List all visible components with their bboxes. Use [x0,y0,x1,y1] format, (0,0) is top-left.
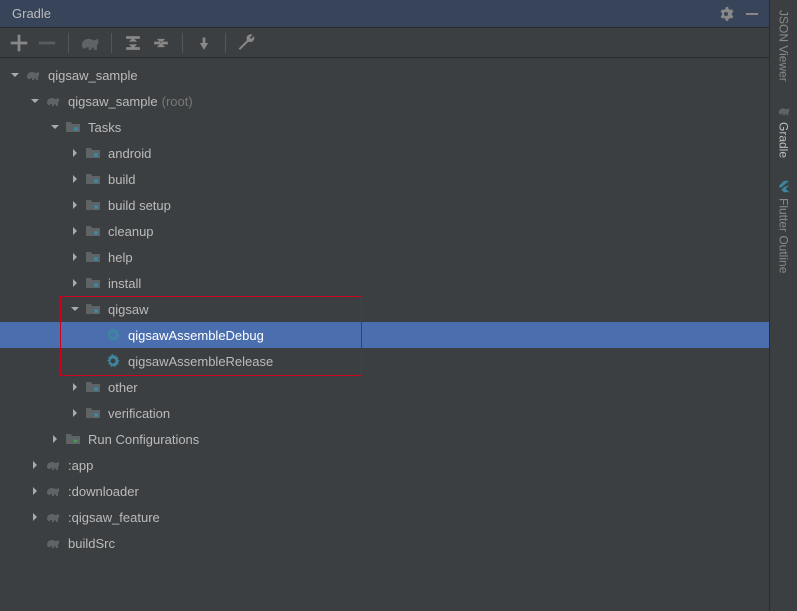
tree-node-app[interactable]: :app [0,452,769,478]
task-icon [104,352,122,370]
elephant-icon [44,456,62,474]
chevron-right-icon[interactable] [48,432,62,446]
folder-icon [84,170,102,188]
tree-node-qigsaw[interactable]: qigsaw [0,296,769,322]
tree-node-other[interactable]: other [0,374,769,400]
tree-node-label: qigsawAssembleDebug [128,328,264,343]
tree-node-label: other [108,380,138,395]
collapse-all-icon[interactable] [150,32,172,54]
toolbar [0,28,769,58]
folder-run-icon [64,430,82,448]
elephant-icon [44,534,62,552]
gradle-tree[interactable]: qigsaw_sample qigsaw_sample (root) Tasks and… [0,58,769,611]
tab-flutter-outline[interactable]: Flutter Outline [775,174,793,279]
tree-node-label: cleanup [108,224,154,239]
chevron-right-icon[interactable] [68,276,82,290]
tree-node-label: install [108,276,141,291]
tree-node-buildsetup[interactable]: build setup [0,192,769,218]
folder-icon [84,196,102,214]
chevron-right-icon[interactable] [68,406,82,420]
remove-icon [36,32,58,54]
tree-node-suffix: (root) [162,94,193,109]
tree-node-label: buildSrc [68,536,115,551]
chevron-down-icon[interactable] [68,302,82,316]
add-icon[interactable] [8,32,30,54]
tree-node-label: verification [108,406,170,421]
tree-node-label: :downloader [68,484,139,499]
folder-icon [84,144,102,162]
tree-node-root[interactable]: qigsaw_sample [0,62,769,88]
folder-icon [64,118,82,136]
folder-icon [84,404,102,422]
elephant-icon [44,92,62,110]
panel-title: Gradle [8,6,51,21]
chevron-right-icon[interactable] [68,146,82,160]
tree-node-proj[interactable]: qigsaw_sample (root) [0,88,769,114]
chevron-right-icon[interactable] [68,198,82,212]
tree-node-task-release[interactable]: qigsawAssembleRelease [0,348,769,374]
side-tab-bar: JSON Viewer Gradle Flutter Outline [769,0,797,611]
tree-node-label: Run Configurations [88,432,199,447]
separator [225,33,226,53]
chevron-down-icon[interactable] [8,68,22,82]
tree-node-label: build setup [108,198,171,213]
tree-node-label: qigsaw_sample [68,94,158,109]
chevron-right-icon[interactable] [28,484,42,498]
tree-node-downloader[interactable]: :downloader [0,478,769,504]
chevron-right-icon[interactable] [68,224,82,238]
tree-node-cleanup[interactable]: cleanup [0,218,769,244]
elephant-icon [24,66,42,84]
separator [111,33,112,53]
tree-node-label: :qigsaw_feature [68,510,160,525]
chevron-right-icon[interactable] [68,250,82,264]
tree-node-install[interactable]: install [0,270,769,296]
tree-node-verification[interactable]: verification [0,400,769,426]
task-icon [104,326,122,344]
tree-node-tasks[interactable]: Tasks [0,114,769,140]
tree-node-label: qigsaw [108,302,148,317]
elephant-refresh-icon[interactable] [79,32,101,54]
folder-icon [84,274,102,292]
elephant-icon [44,482,62,500]
tree-node-runconfig[interactable]: Run Configurations [0,426,769,452]
tree-node-build[interactable]: build [0,166,769,192]
tree-node-android[interactable]: android [0,140,769,166]
chevron-right-icon[interactable] [28,510,42,524]
chevron-down-icon[interactable] [48,120,62,134]
chevron-right-icon[interactable] [28,458,42,472]
folder-icon [84,222,102,240]
tree-node-label: qigsawAssembleRelease [128,354,273,369]
header-actions [717,5,761,23]
tree-node-label: qigsaw_sample [48,68,138,83]
wrench-icon[interactable] [236,32,258,54]
chevron-right-icon[interactable] [68,380,82,394]
tree-node-help[interactable]: help [0,244,769,270]
expand-all-icon[interactable] [122,32,144,54]
tree-node-feature[interactable]: :qigsaw_feature [0,504,769,530]
tree-node-label: android [108,146,151,161]
tab-json-viewer[interactable]: JSON Viewer [775,4,793,88]
tree-node-label: help [108,250,133,265]
tree-node-task-debug[interactable]: qigsawAssembleDebug [0,322,769,348]
tree-node-label: :app [68,458,93,473]
tree-node-label: build [108,172,135,187]
folder-icon [84,248,102,266]
elephant-icon [44,508,62,526]
separator [182,33,183,53]
tree-node-buildsrc[interactable]: buildSrc [0,530,769,556]
minimize-icon[interactable] [743,5,761,23]
chevron-down-icon[interactable] [28,94,42,108]
tree-node-label: Tasks [88,120,121,135]
tab-gradle[interactable]: Gradle [775,98,793,164]
separator [68,33,69,53]
toggle-offline-icon[interactable] [193,32,215,54]
folder-icon [84,378,102,396]
gear-icon[interactable] [717,5,735,23]
gradle-panel: Gradle qigsaw_sample qigsaw_sample (root) T… [0,0,769,611]
chevron-right-icon[interactable] [68,172,82,186]
panel-header: Gradle [0,0,769,28]
folder-icon [84,300,102,318]
